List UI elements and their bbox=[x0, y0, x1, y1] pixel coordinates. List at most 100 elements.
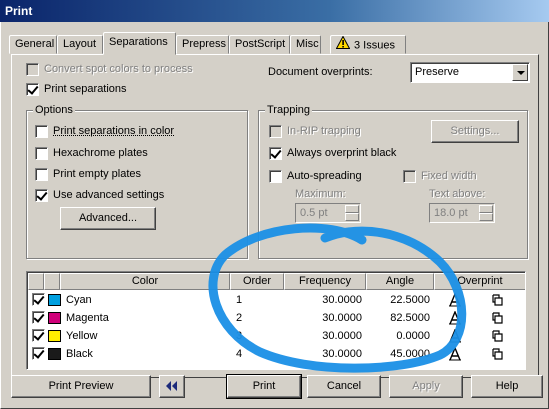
in-rip-trapping-checkbox[interactable] bbox=[269, 125, 282, 138]
header-color[interactable]: Color bbox=[60, 273, 230, 290]
convert-spot-label: Convert spot colors to process bbox=[44, 63, 193, 75]
double-chevron-left-icon bbox=[165, 380, 179, 392]
row-frequency: 30.0000 bbox=[322, 330, 362, 342]
always-overprint-black-label: Always overprint black bbox=[287, 147, 397, 159]
overprint-text-icon[interactable] bbox=[448, 328, 462, 346]
swatch-yellow bbox=[48, 330, 61, 342]
apply-button[interactable]: Apply bbox=[389, 375, 463, 398]
trapping-group: Trapping In-RIP trapping Settings... Alw… bbox=[258, 103, 528, 259]
overprint-text-icon[interactable] bbox=[448, 292, 462, 310]
use-advanced-checkbox[interactable] bbox=[35, 189, 48, 202]
hexachrome-label: Hexachrome plates bbox=[53, 147, 148, 159]
collapse-preview-button[interactable] bbox=[159, 375, 185, 398]
overprint-graphic-icon[interactable] bbox=[490, 311, 504, 328]
header-angle[interactable]: Angle bbox=[366, 273, 434, 290]
row-checkbox[interactable] bbox=[32, 347, 45, 360]
print-dialog: General Layout Separations Prepress Post… bbox=[0, 22, 549, 409]
fixed-width-label: Fixed width bbox=[421, 170, 477, 182]
tab-issues-label: 3 Issues bbox=[354, 39, 395, 52]
row-angle: 45.0000 bbox=[390, 348, 430, 360]
warning-icon bbox=[335, 35, 351, 55]
auto-spreading-checkbox[interactable] bbox=[269, 170, 282, 183]
advanced-button[interactable]: Advanced... bbox=[60, 207, 156, 230]
help-button[interactable]: Help bbox=[471, 375, 543, 398]
row-frequency: 30.0000 bbox=[322, 294, 362, 306]
separations-table: Color Order Frequency Angle Overprint Cy… bbox=[26, 271, 526, 370]
trapping-title: Trapping bbox=[265, 103, 313, 117]
fixed-width-checkbox[interactable] bbox=[403, 170, 416, 183]
swatch-cyan bbox=[48, 294, 61, 306]
row-color: Magenta bbox=[66, 312, 109, 324]
maximum-spinner[interactable]: 0.5 pt bbox=[295, 203, 361, 223]
maximum-value: 0.5 pt bbox=[300, 207, 328, 219]
overprint-graphic-icon[interactable] bbox=[490, 293, 504, 310]
header-check bbox=[28, 273, 44, 290]
use-advanced-label: Use advanced settings bbox=[53, 189, 165, 201]
row-angle: 0.0000 bbox=[396, 330, 430, 342]
row-checkbox[interactable] bbox=[32, 311, 45, 324]
always-overprint-black-checkbox[interactable] bbox=[269, 147, 282, 160]
table-row[interactable]: Black 4 30.0000 45.0000 bbox=[28, 345, 524, 363]
row-checkbox[interactable] bbox=[32, 329, 45, 342]
document-overprints-label: Document overprints: bbox=[268, 66, 373, 78]
print-separations-checkbox[interactable] bbox=[26, 83, 39, 96]
row-order: 2 bbox=[236, 312, 243, 324]
row-angle: 22.5000 bbox=[390, 294, 430, 306]
row-frequency: 30.0000 bbox=[322, 348, 362, 360]
text-above-spinner[interactable]: 18.0 pt bbox=[429, 203, 495, 223]
header-frequency[interactable]: Frequency bbox=[284, 273, 366, 290]
row-frequency: 30.0000 bbox=[322, 312, 362, 324]
cancel-button[interactable]: Cancel bbox=[307, 375, 381, 398]
header-overprint[interactable]: Overprint bbox=[434, 273, 525, 290]
row-angle: 82.5000 bbox=[390, 312, 430, 324]
print-separations-label: Print separations bbox=[44, 83, 127, 95]
options-title: Options bbox=[33, 103, 75, 117]
row-color: Yellow bbox=[66, 330, 98, 342]
table-row[interactable]: Magenta 2 30.0000 82.5000 bbox=[28, 309, 524, 327]
window-title: Print bbox=[0, 0, 549, 22]
table-row[interactable]: Cyan 1 30.0000 22.5000 bbox=[28, 291, 524, 309]
tab-postscript[interactable]: PostScript bbox=[229, 35, 290, 54]
print-button[interactable]: Print bbox=[226, 374, 302, 399]
text-above-label: Text above: bbox=[429, 188, 486, 200]
print-empty-label: Print empty plates bbox=[53, 168, 142, 180]
spinner-arrows-icon[interactable] bbox=[345, 205, 359, 221]
print-in-color-checkbox[interactable] bbox=[35, 125, 48, 138]
tab-issues[interactable]: 3 Issues bbox=[330, 35, 406, 54]
convert-spot-checkbox[interactable] bbox=[26, 63, 39, 76]
table-header: Color Order Frequency Angle Overprint bbox=[28, 273, 525, 290]
tab-layout[interactable]: Layout bbox=[57, 35, 103, 54]
table-row[interactable]: Yellow 3 30.0000 0.0000 bbox=[28, 327, 524, 345]
tab-prepress[interactable]: Prepress bbox=[176, 35, 229, 54]
overprint-graphic-icon[interactable] bbox=[490, 347, 504, 364]
print-empty-checkbox[interactable] bbox=[35, 168, 48, 181]
swatch-magenta bbox=[48, 312, 61, 324]
row-checkbox[interactable] bbox=[32, 293, 45, 306]
print-preview-button[interactable]: Print Preview bbox=[11, 375, 151, 398]
row-color: Black bbox=[66, 348, 93, 360]
options-group: Options Print separations in color Hexac… bbox=[26, 103, 248, 259]
overprint-text-icon[interactable] bbox=[448, 346, 462, 364]
swatch-black bbox=[48, 348, 61, 360]
maximum-label: Maximum: bbox=[295, 188, 346, 200]
tab-general[interactable]: General bbox=[9, 35, 57, 54]
document-overprints-value: Preserve bbox=[415, 66, 460, 78]
row-color: Cyan bbox=[66, 294, 92, 306]
spinner-arrows-icon[interactable] bbox=[479, 205, 493, 221]
tab-misc[interactable]: Misc bbox=[290, 35, 321, 54]
document-overprints-select[interactable]: Preserve bbox=[410, 62, 530, 83]
row-order: 1 bbox=[236, 294, 243, 306]
row-order: 4 bbox=[236, 348, 243, 360]
chevron-down-icon[interactable] bbox=[512, 64, 528, 81]
overprint-graphic-icon[interactable] bbox=[490, 329, 504, 346]
row-order: 3 bbox=[236, 330, 243, 342]
header-order[interactable]: Order bbox=[230, 273, 284, 290]
overprint-text-icon[interactable] bbox=[448, 310, 462, 328]
tab-separations[interactable]: Separations bbox=[103, 32, 176, 55]
text-above-value: 18.0 pt bbox=[434, 207, 468, 219]
settings-button[interactable]: Settings... bbox=[431, 120, 519, 143]
hexachrome-checkbox[interactable] bbox=[35, 147, 48, 160]
print-in-color-label: Print separations in color bbox=[53, 125, 175, 137]
auto-spreading-label: Auto-spreading bbox=[287, 170, 362, 182]
header-swatch bbox=[44, 273, 60, 290]
